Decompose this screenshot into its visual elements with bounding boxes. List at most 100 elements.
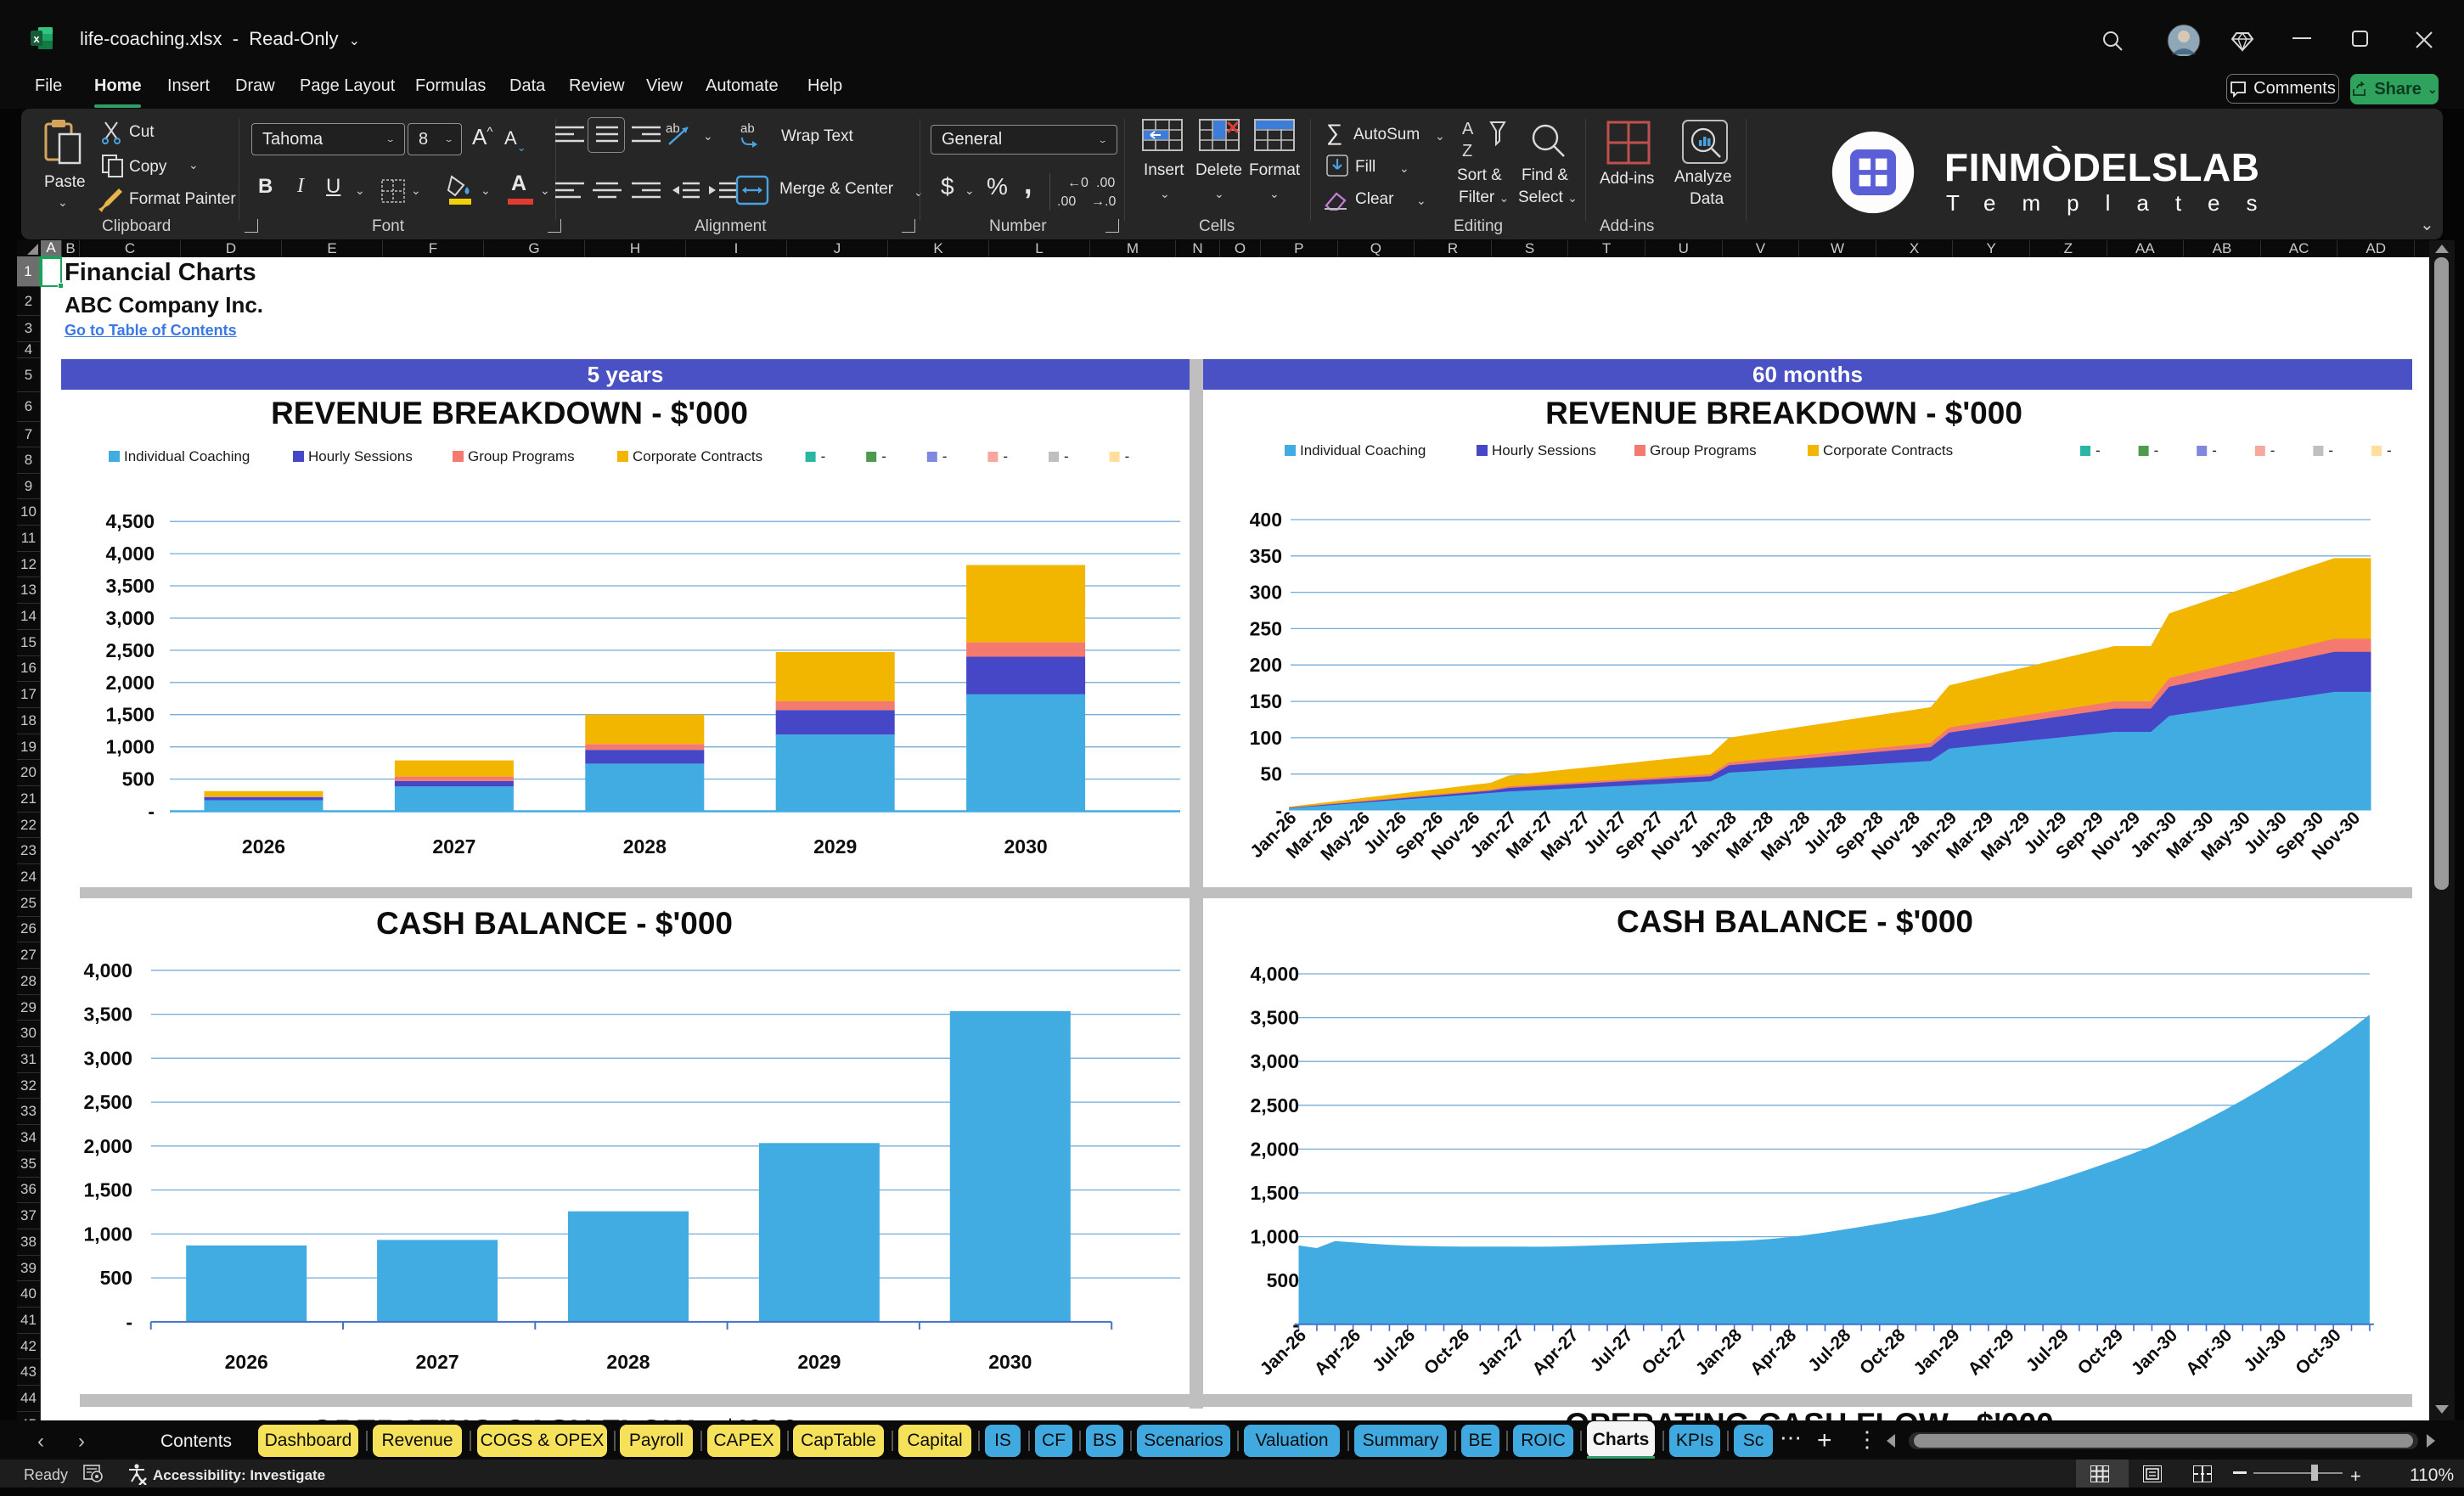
svg-text:-: - — [881, 448, 886, 464]
svg-text:CASH BALANCE - $'000: CASH BALANCE - $'000 — [376, 906, 733, 941]
svg-text:2027: 2027 — [416, 1351, 459, 1373]
svg-text:OPERATING CASH FLOW - $'000: OPERATING CASH FLOW - $'000 — [1565, 1407, 2054, 1420]
svg-text:Jul-30: Jul-30 — [2240, 1325, 2290, 1375]
svg-text:1,000: 1,000 — [1250, 1226, 1299, 1248]
svg-text:Corporate Contracts: Corporate Contracts — [1823, 442, 1953, 458]
svg-text:Jan-30: Jan-30 — [2128, 1325, 2181, 1379]
svg-text:3,500: 3,500 — [105, 575, 155, 597]
svg-text:Oct-27: Oct-27 — [1639, 1325, 1691, 1378]
svg-text:1,500: 1,500 — [105, 704, 155, 726]
svg-text:ab: ab — [740, 121, 755, 136]
svg-text:Oct-29: Oct-29 — [2074, 1325, 2127, 1378]
svg-text:350: 350 — [1250, 545, 1282, 567]
svg-text:Jan-27: Jan-27 — [1474, 1325, 1527, 1379]
svg-text:Individual Coaching: Individual Coaching — [1300, 442, 1426, 458]
svg-text:-: - — [2328, 442, 2333, 458]
svg-text:2028: 2028 — [606, 1351, 650, 1373]
svg-text:-: - — [2096, 442, 2101, 458]
svg-text:-: - — [2154, 442, 2159, 458]
svg-text:Corporate Contracts: Corporate Contracts — [633, 448, 762, 464]
svg-text:.00: .00 — [1057, 194, 1076, 209]
svg-text:.00: .00 — [1096, 176, 1115, 190]
svg-text:Group Programs: Group Programs — [1650, 442, 1757, 458]
svg-text:100: 100 — [1250, 727, 1282, 749]
svg-text:2029: 2029 — [797, 1351, 841, 1373]
svg-text:Z: Z — [1462, 142, 1472, 160]
svg-text:2,500: 2,500 — [1250, 1094, 1299, 1116]
svg-text:3,500: 3,500 — [83, 1004, 132, 1026]
svg-text:-: - — [2387, 442, 2392, 458]
svg-text:Individual Coaching: Individual Coaching — [124, 448, 250, 464]
svg-text:-: - — [821, 448, 826, 464]
svg-text:Jul-26: Jul-26 — [1369, 1325, 1419, 1375]
svg-text:3,000: 3,000 — [1250, 1050, 1299, 1072]
svg-text:2,500: 2,500 — [105, 639, 155, 661]
svg-text:2,000: 2,000 — [105, 672, 155, 694]
svg-text:x: x — [33, 32, 40, 45]
svg-text:2,500: 2,500 — [83, 1091, 132, 1113]
svg-text:4,500: 4,500 — [105, 510, 155, 532]
svg-text:2026: 2026 — [242, 835, 285, 858]
svg-text:2026: 2026 — [225, 1351, 268, 1373]
svg-text:2,000: 2,000 — [83, 1135, 132, 1157]
svg-text:REVENUE BREAKDOWN - $'000: REVENUE BREAKDOWN - $'000 — [271, 396, 748, 430]
svg-text:Jan-29: Jan-29 — [1910, 1325, 1963, 1379]
svg-text:4,000: 4,000 — [83, 959, 132, 981]
svg-text:Group Programs: Group Programs — [468, 448, 575, 464]
svg-text:A: A — [1462, 120, 1474, 138]
svg-text:2030: 2030 — [1004, 835, 1048, 858]
svg-text:Hourly Sessions: Hourly Sessions — [1492, 442, 1596, 458]
svg-text:Jul-28: Jul-28 — [1804, 1325, 1854, 1375]
svg-text:-: - — [1125, 448, 1130, 464]
svg-text:3,000: 3,000 — [105, 607, 155, 629]
svg-text:-: - — [126, 1311, 132, 1333]
svg-text:Apr-27: Apr-27 — [1528, 1325, 1582, 1379]
svg-text:2,000: 2,000 — [1250, 1138, 1299, 1160]
svg-text:3,500: 3,500 — [1250, 1007, 1299, 1029]
svg-text:3,000: 3,000 — [83, 1047, 132, 1069]
svg-text:500: 500 — [100, 1267, 132, 1289]
svg-text:Jul-29: Jul-29 — [2022, 1325, 2073, 1375]
svg-text:2028: 2028 — [623, 835, 667, 858]
svg-text:Apr-28: Apr-28 — [1747, 1325, 1801, 1380]
svg-text:Oct-26: Oct-26 — [1420, 1325, 1473, 1378]
svg-text:REVENUE BREAKDOWN - $'000: REVENUE BREAKDOWN - $'000 — [1545, 396, 2022, 430]
svg-text:1,500: 1,500 — [1250, 1182, 1299, 1204]
svg-text:-: - — [148, 801, 155, 823]
svg-text:1,500: 1,500 — [83, 1179, 132, 1201]
svg-text:Apr-26: Apr-26 — [1311, 1325, 1364, 1379]
svg-text:Hourly Sessions: Hourly Sessions — [308, 448, 413, 464]
svg-text:200: 200 — [1250, 654, 1282, 676]
svg-text:Oct-28: Oct-28 — [1856, 1325, 1910, 1379]
svg-text:←0: ←0 — [1067, 176, 1089, 190]
svg-text:Jan-26: Jan-26 — [1257, 1325, 1310, 1379]
svg-text:250: 250 — [1250, 617, 1282, 639]
svg-text:1,000: 1,000 — [105, 736, 155, 758]
svg-text:-: - — [1003, 448, 1008, 464]
svg-text:Oct-30: Oct-30 — [2292, 1325, 2344, 1378]
svg-text:→.0: →.0 — [1091, 194, 1116, 209]
svg-text:2029: 2029 — [813, 835, 857, 858]
svg-text:2030: 2030 — [988, 1351, 1032, 1373]
svg-text:-: - — [1064, 448, 1069, 464]
svg-text:2027: 2027 — [432, 835, 475, 858]
svg-text:Apr-30: Apr-30 — [2182, 1325, 2236, 1379]
svg-text:4,000: 4,000 — [105, 543, 155, 565]
svg-text:CASH BALANCE - $'000: CASH BALANCE - $'000 — [1617, 904, 1973, 939]
svg-text:50: 50 — [1260, 763, 1282, 785]
svg-text:150: 150 — [1250, 690, 1282, 712]
svg-text:Jul-27: Jul-27 — [1587, 1325, 1637, 1375]
svg-text:400: 400 — [1250, 509, 1282, 531]
svg-text:Jan-28: Jan-28 — [1692, 1325, 1747, 1380]
svg-text:1,000: 1,000 — [83, 1223, 132, 1245]
svg-text:Apr-29: Apr-29 — [1965, 1325, 2018, 1379]
svg-text:-: - — [942, 448, 948, 464]
svg-text:500: 500 — [122, 768, 155, 790]
svg-text:300: 300 — [1250, 582, 1282, 604]
svg-text:-: - — [2212, 442, 2217, 458]
svg-text:ab: ab — [666, 121, 680, 136]
svg-text:500: 500 — [1267, 1269, 1299, 1291]
svg-text:-: - — [2270, 442, 2276, 458]
svg-text:OPERATING CASH FLOW - $'000: OPERATING CASH FLOW - $'000 — [310, 1414, 799, 1420]
svg-text:4,000: 4,000 — [1250, 963, 1299, 985]
